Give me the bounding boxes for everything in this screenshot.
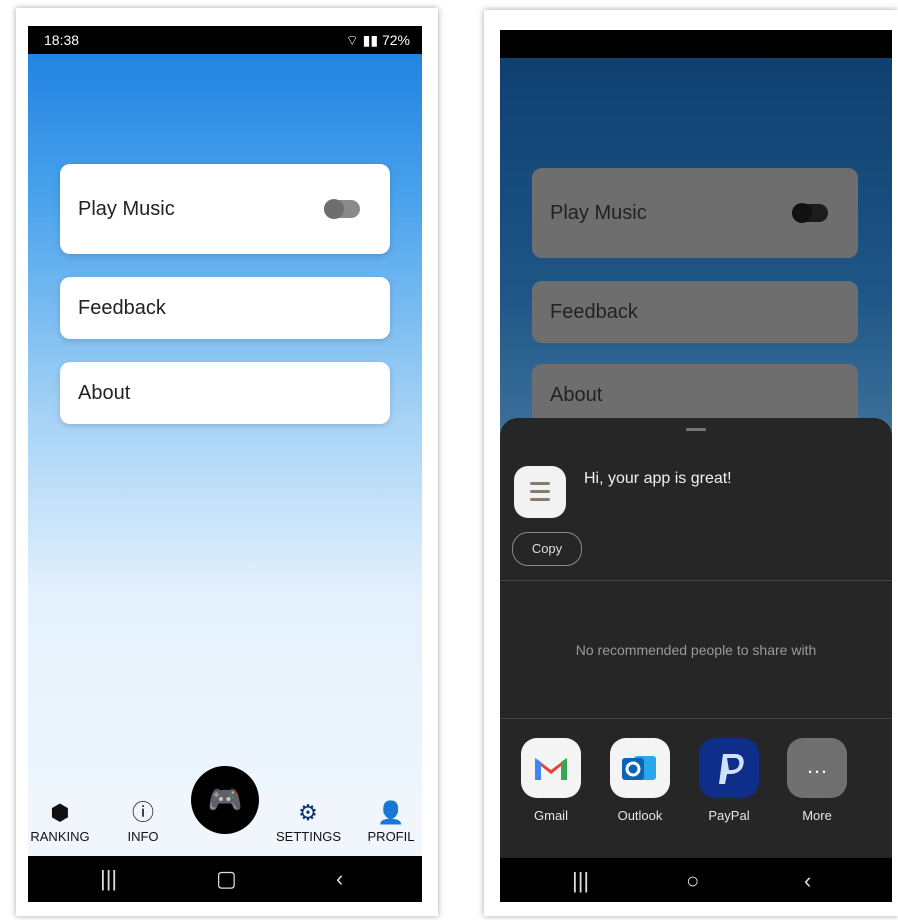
share-target-paypal[interactable]: PayPal [694,738,764,823]
status-icons: ⌔ ▮▮ 72% [346,32,410,50]
more-icon: … [787,738,847,798]
status-bar [500,30,892,58]
share-target-outlook[interactable]: Outlook [605,738,675,823]
info-icon: ⓘ [131,800,154,825]
tab-info-label: INFO [127,829,159,844]
share-target-more[interactable]: … More [782,738,852,823]
tab-settings[interactable]: ⚙ SETTINGS [276,800,342,845]
hexagon-h-icon: ⬢ [50,800,70,825]
system-nav-bar: ||| ○ ‹ [500,858,892,902]
system-nav-bar: ||| ▢ ‹ [28,856,422,902]
outlook-label: Outlook [617,808,663,823]
tab-profil-label: PROFIL [367,829,415,844]
divider [500,718,892,719]
share-sheet: Hi, your app is great! Copy No recommend… [500,418,892,858]
tab-ranking-label: RANKING [30,829,90,844]
about-card: About [532,364,858,426]
play-music-toggle[interactable] [324,199,360,219]
divider [500,580,892,581]
play-music-toggle [792,203,828,223]
play-music-label: Play Music [78,198,175,220]
tab-ranking[interactable]: ⬢ RANKING [30,800,90,845]
about-card[interactable]: About [60,362,390,424]
back-button[interactable]: ‹ [804,868,811,894]
paypal-label: PayPal [708,808,750,823]
settings-screen: 18:38 ⌔ ▮▮ 72% Play Music Feedback About… [28,26,422,902]
gmail-label: Gmail [534,808,568,823]
more-label: More [802,808,832,823]
notes-app-icon [514,466,566,518]
recent-apps-button[interactable]: ||| [572,868,589,894]
home-button[interactable]: ○ [686,868,699,894]
gamepad-icon: 🎮 [207,784,243,815]
status-time: 18:38 [44,32,80,48]
tab-profil[interactable]: 👤 PROFIL [364,800,418,845]
wifi-icon: ⌔ ▮▮ [345,32,379,48]
tab-info[interactable]: ⓘ INFO [118,800,168,845]
play-music-label: Play Music [550,202,647,224]
play-music-card: Play Music [532,168,858,258]
copy-button[interactable]: Copy [512,532,582,566]
play-music-card[interactable]: Play Music [60,164,390,254]
person-icon: 👤 [377,800,405,825]
status-bar: 18:38 ⌔ ▮▮ 72% [28,26,422,54]
back-button[interactable]: ‹ [336,866,343,892]
tab-settings-label: SETTINGS [276,829,342,844]
feedback-label: Feedback [550,301,638,323]
home-button[interactable]: ▢ [216,866,237,892]
no-recommendation-text: No recommended people to share with [575,642,817,658]
gmail-icon [521,738,581,798]
feedback-card[interactable]: Feedback [60,277,390,339]
share-target-gmail[interactable]: Gmail [516,738,586,823]
gear-icon: ⚙ [298,800,318,825]
about-label: About [550,384,603,406]
share-sheet-screen: Play Music Feedback About Hi, your app i… [500,30,892,902]
feedback-label: Feedback [78,297,166,319]
sheet-drag-handle[interactable] [686,428,706,431]
about-label: About [78,382,131,404]
feedback-card: Feedback [532,281,858,343]
paypal-icon [699,738,759,798]
play-game-button[interactable]: 🎮 [191,766,259,834]
outlook-icon [610,738,670,798]
share-message-text: Hi, your app is great! [584,470,732,487]
battery-level: 72% [381,32,410,48]
recent-apps-button[interactable]: ||| [100,866,117,892]
